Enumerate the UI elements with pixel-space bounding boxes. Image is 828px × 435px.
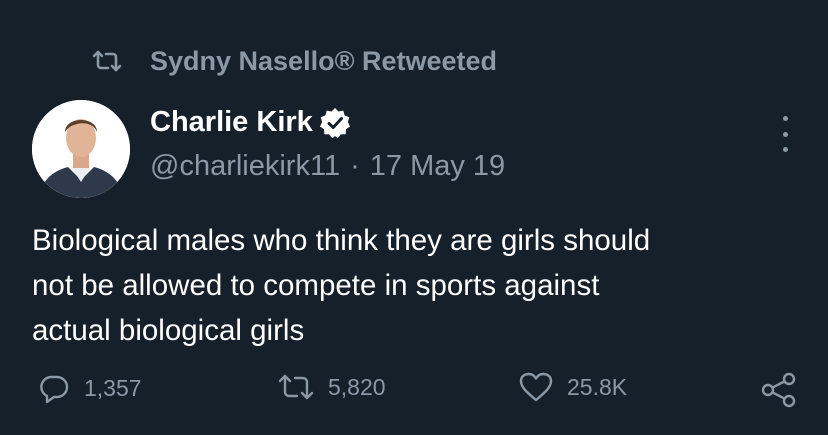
retweet-icon: [278, 372, 314, 402]
author-handle[interactable]: @charliekirk11: [150, 150, 340, 183]
avatar[interactable]: [32, 100, 130, 198]
like-count: 25.8K: [567, 373, 628, 400]
share-button[interactable]: [761, 372, 811, 408]
handle-row: @charliekirk11 · 17 May 19: [150, 150, 505, 183]
tweet-text-line: not be allowed to compete in sports agai…: [32, 269, 600, 302]
share-icon: [761, 372, 797, 408]
like-button[interactable]: 25.8K: [519, 372, 627, 402]
retweet-count: 5,820: [328, 373, 386, 400]
action-bar: 1,357 5,820 25.8K: [0, 372, 828, 412]
tweet-card[interactable]: Sydny Nasello® Retweeted Charlie Kirk @c…: [0, 0, 828, 435]
author-name[interactable]: Charlie Kirk: [150, 106, 313, 139]
verified-badge-icon: [319, 107, 351, 139]
tweet-text-line: actual biological girls: [32, 314, 305, 347]
tweet-text: Biological males who think they are girl…: [32, 218, 802, 353]
tweet-text-line: Biological males who think they are girl…: [32, 224, 651, 257]
reply-count: 1,357: [84, 374, 142, 401]
retweet-icon: [92, 49, 122, 73]
retweet-button[interactable]: 5,820: [278, 372, 386, 402]
author-row: Charlie Kirk: [150, 106, 351, 139]
reply-icon: [38, 372, 70, 404]
separator-dot: ·: [350, 150, 360, 182]
more-options-icon[interactable]: [780, 116, 790, 152]
tweet-date[interactable]: 17 May 19: [370, 150, 505, 183]
heart-icon: [519, 372, 553, 402]
retweet-banner[interactable]: Sydny Nasello® Retweeted: [92, 44, 497, 78]
retweet-banner-text: Sydny Nasello® Retweeted: [150, 45, 498, 76]
reply-button[interactable]: 1,357: [38, 372, 142, 404]
